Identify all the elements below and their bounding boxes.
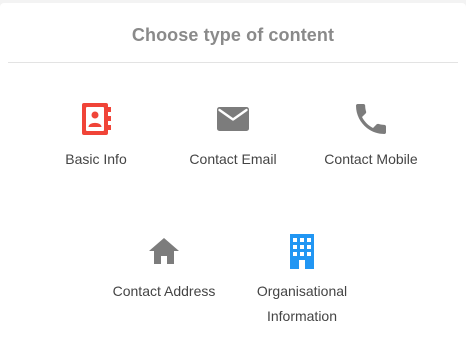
option-label-line2: Information xyxy=(266,308,338,324)
option-contact-address[interactable]: Contact Address xyxy=(94,231,234,304)
envelope-icon xyxy=(213,99,253,139)
option-label: Contact Email xyxy=(189,151,277,167)
dialog-header: Choose type of content xyxy=(0,3,466,63)
header-divider xyxy=(8,62,458,63)
building-icon xyxy=(282,231,322,271)
phone-icon xyxy=(351,99,391,139)
option-contact-mobile[interactable]: Contact Mobile xyxy=(301,99,441,172)
contact-book-icon xyxy=(76,99,116,139)
option-organisational-information[interactable]: Organisational Information xyxy=(232,231,372,329)
option-contact-email[interactable]: Contact Email xyxy=(163,99,303,172)
option-label: Organisational Information xyxy=(232,279,372,329)
option-label: Contact Address xyxy=(112,283,216,299)
home-icon xyxy=(144,231,184,271)
option-label-line1: Organisational xyxy=(256,283,348,299)
option-basic-info[interactable]: Basic Info xyxy=(26,99,166,172)
option-label: Basic Info xyxy=(65,151,127,167)
option-label: Contact Mobile xyxy=(324,151,418,167)
dialog-title: Choose type of content xyxy=(131,25,335,45)
content-type-dialog: Choose type of content Basic Info Contac xyxy=(0,3,466,339)
